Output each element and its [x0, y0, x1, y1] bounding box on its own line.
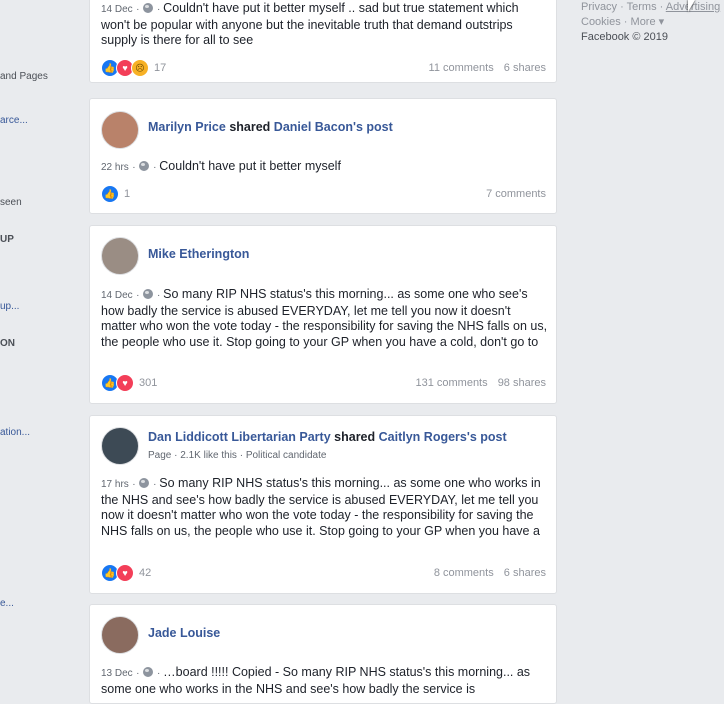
avatar[interactable] — [101, 427, 139, 465]
reaction-count: 17 — [154, 62, 167, 74]
comments-link[interactable]: 8 comments — [434, 567, 494, 579]
page-footer: Privacy · Terms · Advertising Cookies · … — [581, 1, 721, 43]
avatar[interactable] — [101, 616, 139, 654]
post-time[interactable]: 13 Dec — [101, 668, 133, 679]
globe-icon — [143, 289, 154, 299]
post-text: 22 hrs · · Couldn't have put it better m… — [101, 159, 341, 173]
reaction-count: 301 — [139, 377, 158, 389]
more-link[interactable]: More — [631, 16, 656, 28]
comments-link[interactable]: 131 comments — [415, 377, 487, 389]
reactions[interactable]: 👍 ♥ 42 — [101, 564, 151, 582]
shares-link[interactable]: 6 shares — [504, 567, 546, 579]
post-stats: 11 comments 6 shares — [429, 62, 546, 74]
post-header: Dan Liddicott Libertarian Party shared C… — [148, 430, 507, 444]
reactions[interactable]: 👍 ♥ ☹ 17 — [101, 59, 166, 77]
cookies-link[interactable]: Cookies — [581, 16, 621, 28]
post-header: Jade Louise — [148, 626, 220, 640]
post-body: So many RIP NHS status's this morning...… — [101, 287, 548, 349]
post-stats: 131 comments 98 shares — [415, 377, 546, 389]
globe-icon — [139, 478, 150, 488]
post-header: Marilyn Price shared Daniel Bacon's post — [148, 120, 393, 134]
left-sidebar: and Pages arce... seen UP up... ON ation… — [0, 0, 70, 692]
author-link[interactable]: Jade Louise — [148, 626, 220, 640]
avatar[interactable] — [101, 237, 139, 275]
love-reaction-icon: ♥ — [116, 374, 134, 392]
author-link[interactable]: Dan Liddicott Libertarian Party — [148, 430, 331, 444]
post-body: Couldn't have put it better myself .. sa… — [101, 1, 519, 47]
reactions[interactable]: 👍 1 — [101, 185, 130, 203]
avatar[interactable] — [101, 111, 139, 149]
reaction-count: 42 — [139, 567, 152, 579]
reactions[interactable]: 👍 ♥ 301 — [101, 374, 157, 392]
globe-icon — [143, 3, 154, 13]
post-body: …board !!!!! Copied - So many RIP NHS st… — [101, 665, 531, 696]
sidebar-item-link[interactable]: e... — [0, 598, 14, 609]
post-header: Mike Etherington — [148, 247, 249, 261]
sidebar-heading: ON — [0, 338, 15, 349]
post-text: 17 hrs · · So many RIP NHS status's this… — [101, 476, 549, 538]
sad-reaction-icon: ☹ — [131, 59, 149, 77]
post-time[interactable]: 17 hrs — [101, 479, 129, 490]
post-time[interactable]: 14 Dec — [101, 290, 133, 301]
feed-post: 14 Dec · · Couldn't have put it better m… — [89, 0, 557, 83]
post-text: 14 Dec · · Couldn't have put it better m… — [101, 1, 519, 47]
comments-link[interactable]: 11 comments — [429, 62, 494, 74]
post-text: 14 Dec · · So many RIP NHS status's this… — [101, 287, 549, 349]
author-link[interactable]: Mike Etherington — [148, 247, 249, 261]
feed-post: Marilyn Price shared Daniel Bacon's post… — [89, 98, 557, 214]
globe-icon — [143, 667, 154, 677]
mouse-cursor-icon — [688, 0, 695, 12]
sidebar-item-link[interactable]: ation... — [0, 427, 30, 438]
shares-link[interactable]: 6 shares — [504, 62, 546, 74]
post-time[interactable]: 22 hrs — [101, 162, 129, 173]
shared-post-link[interactable]: Daniel Bacon's post — [274, 120, 393, 134]
sidebar-item-link[interactable]: arce... — [0, 115, 28, 126]
sidebar-item-pages[interactable]: and Pages — [0, 71, 48, 82]
reaction-count: 1 — [124, 188, 131, 200]
sidebar-item-group[interactable]: up... — [0, 301, 19, 312]
post-body: Couldn't have put it better myself — [159, 159, 341, 173]
author-link[interactable]: Marilyn Price — [148, 120, 226, 134]
share-verb: shared — [229, 120, 271, 134]
post-stats: 8 comments 6 shares — [434, 567, 546, 579]
post-body: So many RIP NHS status's this morning...… — [101, 476, 541, 538]
like-reaction-icon: 👍 — [101, 185, 119, 203]
terms-link[interactable]: Terms — [627, 1, 657, 13]
comments-link[interactable]: 7 comments — [486, 188, 546, 200]
love-reaction-icon: ♥ — [116, 564, 134, 582]
shares-link[interactable]: 98 shares — [498, 377, 546, 389]
feed-post: Dan Liddicott Libertarian Party shared C… — [89, 415, 557, 594]
post-stats: 7 comments — [486, 188, 546, 200]
share-verb: shared — [334, 430, 376, 444]
privacy-link[interactable]: Privacy — [581, 1, 617, 13]
copyright: Facebook © 2019 — [581, 31, 668, 43]
page-info: Page · 2.1K like this · Political candid… — [148, 450, 327, 461]
globe-icon — [139, 161, 150, 171]
feed-post: Jade Louise 13 Dec · · …board !!!!! Copi… — [89, 604, 557, 704]
shared-post-link[interactable]: Caitlyn Rogers's post — [379, 430, 507, 444]
sidebar-item-seen[interactable]: seen — [0, 197, 22, 208]
post-time[interactable]: 14 Dec — [101, 4, 133, 15]
feed-post: Mike Etherington 14 Dec · · So many RIP … — [89, 225, 557, 404]
sidebar-heading: UP — [0, 234, 14, 245]
post-text: 13 Dec · · …board !!!!! Copied - So many… — [101, 665, 531, 696]
